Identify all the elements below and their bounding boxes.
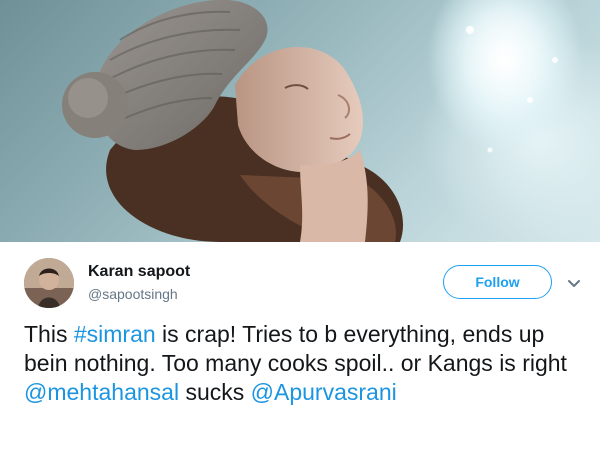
tweet-text-part: sucks [179, 379, 251, 405]
hashtag-link[interactable]: #simran [74, 321, 156, 347]
tweet-text: This #simran is crap! Tries to b everyth… [24, 320, 584, 407]
tweet-media-image[interactable] [0, 0, 600, 242]
tweet-text-part: This [24, 321, 74, 347]
avatar-image [24, 258, 74, 308]
chevron-down-icon[interactable] [567, 276, 581, 287]
mention-link[interactable]: @Apurvasrani [251, 379, 397, 405]
follow-button[interactable]: Follow [443, 265, 552, 299]
mention-link[interactable]: @mehtahansal [24, 379, 179, 405]
author-handle[interactable]: @sapootsingh [88, 286, 178, 302]
author-name[interactable]: Karan sapoot [88, 263, 190, 281]
author-avatar[interactable] [24, 258, 74, 308]
media-photo-illustration [62, 0, 585, 242]
